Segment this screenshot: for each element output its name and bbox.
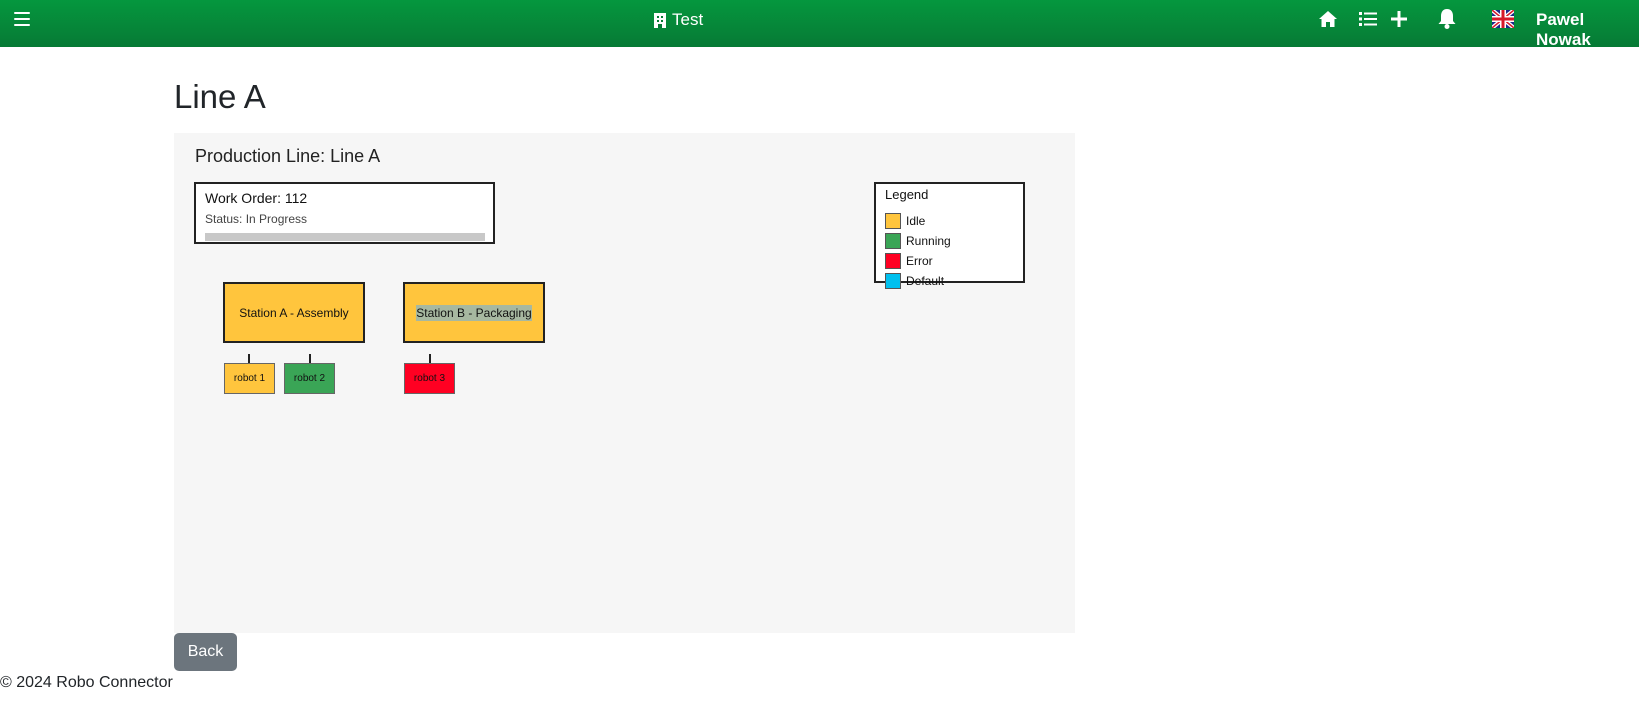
work-order-progress-bar xyxy=(205,233,485,241)
building-icon xyxy=(654,12,666,28)
legend-swatch xyxy=(885,253,901,269)
robot-label: robot 1 xyxy=(233,373,266,384)
work-order-card: Work Order: 112 Status: In Progress xyxy=(194,182,495,244)
legend-label: Default xyxy=(906,274,945,288)
legend-item-default: Default xyxy=(885,273,944,289)
legend-swatch xyxy=(885,213,901,229)
robot-3[interactable]: robot 3 xyxy=(404,363,455,394)
menu-icon[interactable] xyxy=(14,12,30,26)
plus-icon[interactable] xyxy=(1391,11,1413,33)
legend-swatch xyxy=(885,273,901,289)
panel-title: Production Line: Line A xyxy=(195,146,381,166)
brand[interactable]: Test xyxy=(654,10,703,30)
connector-line xyxy=(309,354,311,363)
robot-label: robot 2 xyxy=(293,373,326,384)
user-name[interactable]: Pawel Nowak xyxy=(1536,10,1639,50)
footer-copyright: © 2024 Robo Connector xyxy=(0,674,173,691)
robot-2[interactable]: robot 2 xyxy=(284,363,335,394)
work-order-status: Status: In Progress xyxy=(205,212,308,226)
legend: Legend Idle Running Error Default xyxy=(874,182,1025,289)
legend-label: Error xyxy=(906,254,933,268)
legend-label: Idle xyxy=(906,214,926,228)
legend-swatch xyxy=(885,233,901,249)
station-label: Station A - Assembly xyxy=(239,305,349,320)
work-order-title: Work Order: 112 xyxy=(205,190,308,206)
robot-label: robot 3 xyxy=(413,373,446,384)
bell-icon[interactable] xyxy=(1437,8,1459,30)
station-label: Station B - Packaging xyxy=(416,304,532,321)
back-button[interactable]: Back xyxy=(174,633,237,671)
legend-title: Legend xyxy=(885,187,929,202)
list-icon[interactable] xyxy=(1359,11,1381,33)
legend-label: Running xyxy=(906,234,951,248)
legend-item-idle: Idle xyxy=(885,213,925,229)
connector-line xyxy=(248,354,250,363)
legend-item-error: Error xyxy=(885,253,933,269)
uk-flag-icon[interactable] xyxy=(1490,8,1516,32)
top-navbar: Test Pawel Nowak xyxy=(0,0,1639,50)
station-b-packaging[interactable]: Station B - Packaging xyxy=(403,282,545,343)
page-title: Line A xyxy=(174,78,266,115)
station-a-assembly[interactable]: Station A - Assembly xyxy=(223,282,365,343)
connector-line xyxy=(429,354,431,363)
home-icon[interactable] xyxy=(1318,10,1340,32)
brand-label: Test xyxy=(672,10,704,29)
robot-1[interactable]: robot 1 xyxy=(224,363,275,394)
legend-item-running: Running xyxy=(885,233,951,249)
production-line-panel: Production Line: Line A Work Order: 112 … xyxy=(174,133,1075,633)
